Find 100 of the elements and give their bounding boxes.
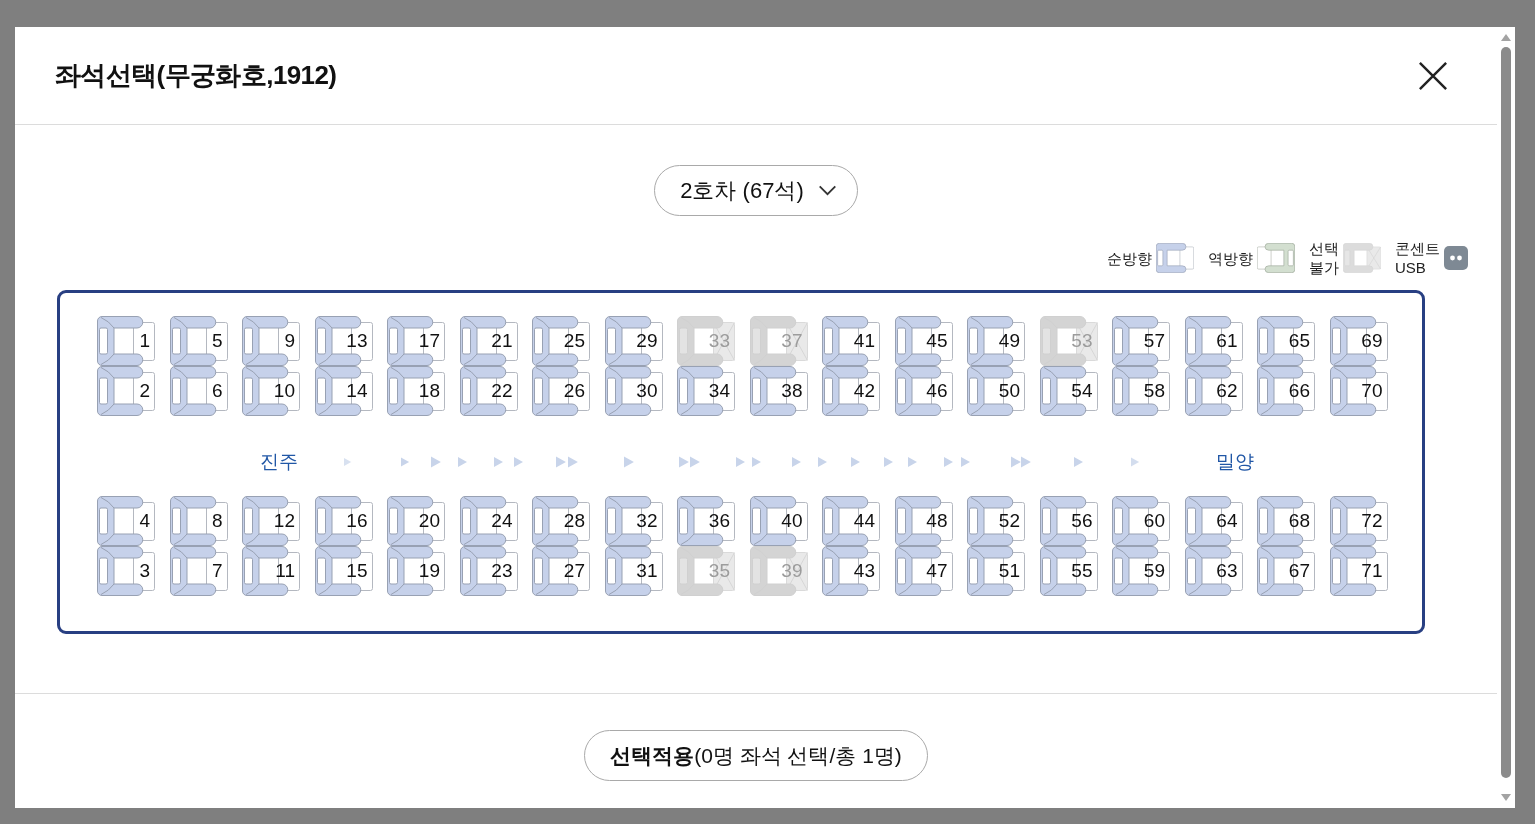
seat-button[interactable]: 9 — [242, 316, 300, 366]
seat-icon — [822, 496, 880, 546]
seat-button[interactable]: 23 — [459, 546, 518, 596]
scrollbar-thumb[interactable] — [1501, 47, 1511, 778]
seat-button[interactable]: 47 — [894, 546, 953, 596]
apply-selection-button[interactable]: 선택적용(0명 좌석 선택/총 1명) — [584, 730, 928, 781]
seat-icon — [1039, 316, 1098, 366]
seat-button[interactable]: 59 — [1112, 546, 1170, 596]
scroll-down-icon[interactable] — [1501, 794, 1511, 801]
seat-button[interactable]: 7 — [169, 546, 228, 596]
seat-button[interactable]: 66 — [1257, 366, 1315, 416]
seat-icon — [1112, 496, 1170, 546]
seat-icon — [604, 546, 663, 596]
car-dropdown[interactable]: 2호차 (67석) — [654, 165, 858, 216]
seat-button[interactable]: 71 — [1329, 546, 1388, 596]
seat-button[interactable]: 56 — [1039, 496, 1098, 546]
seat-button[interactable]: 17 — [387, 316, 445, 366]
seat-button[interactable]: 48 — [894, 496, 953, 546]
seat-button[interactable]: 38 — [749, 366, 808, 416]
seat-button[interactable]: 57 — [1112, 316, 1170, 366]
seat-button[interactable]: 67 — [1257, 546, 1315, 596]
seat-button[interactable]: 68 — [1257, 496, 1315, 546]
seat-button[interactable]: 18 — [387, 366, 445, 416]
seat-button[interactable]: 28 — [532, 496, 590, 546]
seat-button[interactable]: 8 — [169, 496, 228, 546]
seat-button[interactable]: 62 — [1184, 366, 1243, 416]
seat-button[interactable]: 15 — [314, 546, 373, 596]
seat-button[interactable]: 10 — [242, 366, 300, 416]
seat-button[interactable]: 61 — [1184, 316, 1243, 366]
seat-icon — [97, 496, 155, 546]
seat-button[interactable]: 11 — [242, 546, 300, 596]
seat-button[interactable]: 30 — [604, 366, 663, 416]
seat-button[interactable]: 40 — [749, 496, 808, 546]
seat-button[interactable]: 46 — [894, 366, 953, 416]
seat-icon — [169, 316, 228, 366]
seat-icon — [1112, 316, 1170, 366]
seat-button[interactable]: 34 — [677, 366, 735, 416]
seat-button[interactable]: 24 — [459, 496, 518, 546]
seat-icon — [967, 546, 1025, 596]
seat-button[interactable]: 43 — [822, 546, 880, 596]
chevron-down-icon — [817, 185, 837, 196]
close-icon[interactable] — [1418, 60, 1448, 91]
seat-button[interactable]: 44 — [822, 496, 880, 546]
seat-icon — [1257, 316, 1315, 366]
seat-button[interactable]: 70 — [1329, 366, 1388, 416]
seat-button[interactable]: 42 — [822, 366, 880, 416]
seat-button[interactable]: 64 — [1184, 496, 1243, 546]
seat-icon — [1257, 366, 1315, 416]
seat-button[interactable]: 58 — [1112, 366, 1170, 416]
seat-button[interactable]: 65 — [1257, 316, 1315, 366]
seat-button[interactable]: 49 — [967, 316, 1025, 366]
seat-button[interactable]: 16 — [314, 496, 373, 546]
seat-icon — [169, 496, 228, 546]
seat-button[interactable]: 72 — [1329, 496, 1388, 546]
seat-icon — [1184, 366, 1243, 416]
seat-button[interactable]: 69 — [1329, 316, 1388, 366]
seat-icon — [532, 366, 590, 416]
scroll-up-icon[interactable] — [1501, 34, 1511, 41]
seat-button[interactable]: 27 — [532, 546, 590, 596]
seat-button[interactable]: 26 — [532, 366, 590, 416]
seat-button[interactable]: 5 — [169, 316, 228, 366]
seat-button[interactable]: 51 — [967, 546, 1025, 596]
seat-button[interactable]: 63 — [1184, 546, 1243, 596]
seat-button[interactable]: 36 — [677, 496, 735, 546]
seat-icon — [894, 366, 953, 416]
seat-button[interactable]: 31 — [604, 546, 663, 596]
seat-icon — [242, 546, 300, 596]
seat-button[interactable]: 25 — [532, 316, 590, 366]
dialog-title: 좌석선택(무궁화호,1912) — [55, 59, 337, 92]
seat-icon — [604, 316, 663, 366]
seat-button[interactable]: 12 — [242, 496, 300, 546]
seat-button[interactable]: 50 — [967, 366, 1025, 416]
seat-button[interactable]: 2 — [97, 366, 155, 416]
seat-button[interactable]: 52 — [967, 496, 1025, 546]
seat-button[interactable]: 20 — [387, 496, 445, 546]
seat-button[interactable]: 54 — [1039, 366, 1098, 416]
seat-button[interactable]: 1 — [97, 316, 155, 366]
seat-icon — [532, 496, 590, 546]
seat-button[interactable]: 60 — [1112, 496, 1170, 546]
seat-icon — [604, 496, 663, 546]
seat-button[interactable]: 21 — [459, 316, 518, 366]
seat-icon — [1329, 316, 1388, 366]
seat-icon — [894, 546, 953, 596]
seat-button[interactable]: 32 — [604, 496, 663, 546]
seat-button[interactable]: 6 — [169, 366, 228, 416]
seat-button[interactable]: 13 — [314, 316, 373, 366]
seat-button[interactable]: 14 — [314, 366, 373, 416]
seat-button[interactable]: 4 — [97, 496, 155, 546]
seat-button[interactable]: 41 — [822, 316, 880, 366]
seat-button[interactable]: 19 — [387, 546, 445, 596]
seat-icon — [532, 316, 590, 366]
seat-icon — [1039, 366, 1098, 416]
seat-button[interactable]: 55 — [1039, 546, 1098, 596]
seat-button[interactable]: 45 — [894, 316, 953, 366]
seat-button[interactable]: 22 — [459, 366, 518, 416]
seat-icon — [314, 546, 373, 596]
seat-button[interactable]: 3 — [97, 546, 155, 596]
backward-seat-icon — [1257, 243, 1295, 273]
seat-button[interactable]: 29 — [604, 316, 663, 366]
seat-icon — [604, 366, 663, 416]
